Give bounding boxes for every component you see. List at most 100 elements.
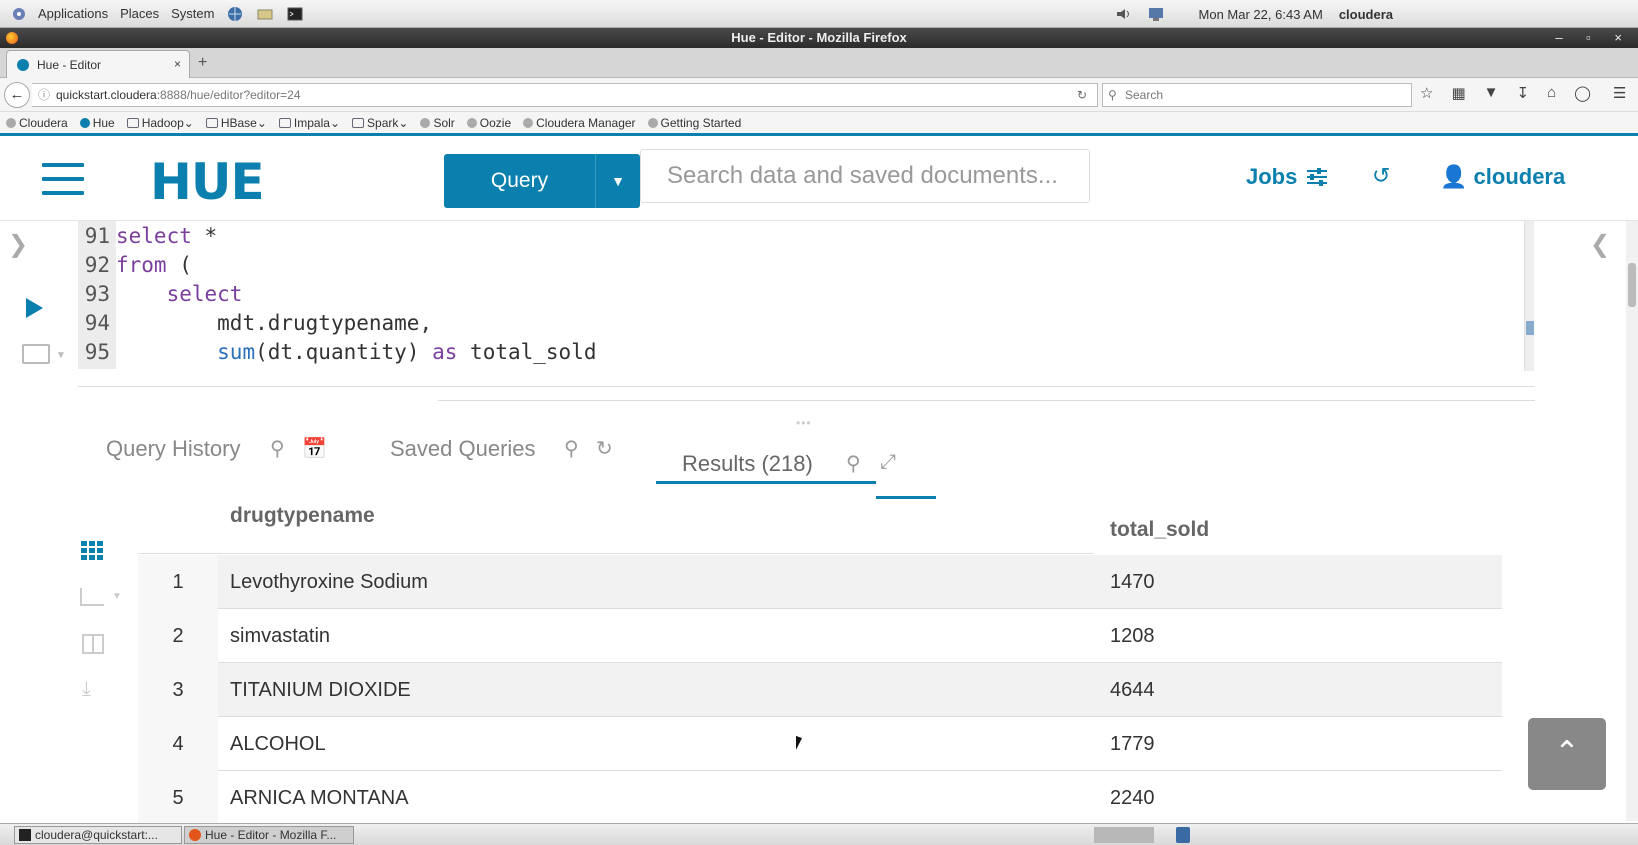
- caret-down-icon[interactable]: ▼: [112, 591, 122, 602]
- network-icon[interactable]: [1143, 6, 1169, 23]
- page-scroll-thumb[interactable]: [1628, 263, 1636, 307]
- grid-icon[interactable]: [80, 540, 104, 560]
- table-row[interactable]: 4 ALCOHOL 1779: [138, 717, 1502, 771]
- columns-icon[interactable]: [82, 634, 104, 654]
- history-icon[interactable]: ↺: [1372, 163, 1390, 189]
- page-scrollbar[interactable]: [1626, 221, 1638, 821]
- code-token: from: [116, 253, 167, 277]
- user-menu[interactable]: 👤 cloudera: [1440, 164, 1565, 190]
- code-line[interactable]: 92 from (: [78, 251, 192, 280]
- workspace-switcher[interactable]: [1094, 827, 1154, 843]
- divider: [438, 400, 1535, 401]
- query-button-label[interactable]: Query: [444, 154, 596, 208]
- bookmark-cloudera[interactable]: Cloudera: [6, 116, 68, 130]
- chevron-left-icon[interactable]: ❮: [1590, 230, 1610, 259]
- resize-handle[interactable]: •••: [796, 416, 812, 430]
- back-button[interactable]: ←: [4, 82, 30, 108]
- cell-drugtypename: ARNICA MONTANA: [230, 787, 409, 809]
- volume-icon[interactable]: [1111, 6, 1137, 23]
- bookmark-star-icon[interactable]: ☆: [1420, 84, 1433, 102]
- table-row[interactable]: 1 Levothyroxine Sodium 1470: [138, 555, 1502, 609]
- trash-icon[interactable]: [1176, 827, 1190, 843]
- jobs-link[interactable]: Jobs: [1246, 164, 1329, 190]
- column-header-drugtypename[interactable]: drugtypename: [230, 504, 375, 528]
- home-icon[interactable]: ⌂: [1547, 84, 1556, 102]
- url-bar[interactable]: ⓘ quickstart.cloudera:8888/hue/editor?ed…: [32, 83, 1098, 107]
- scroll-to-top-button[interactable]: ⌃: [1528, 718, 1606, 790]
- column-header-total-sold[interactable]: total_sold: [1110, 518, 1209, 542]
- table-row[interactable]: 3 TITANIUM DIOXIDE 4644: [138, 663, 1502, 717]
- taskbar-item-terminal[interactable]: cloudera@quickstart:...: [14, 826, 182, 844]
- search-icon[interactable]: ⚲: [270, 436, 285, 461]
- table-row[interactable]: 5 ARNICA MONTANA 2240: [138, 771, 1502, 825]
- code-token: as: [432, 340, 458, 364]
- reading-list-icon[interactable]: ▦: [1451, 84, 1465, 102]
- bookmark-hue[interactable]: Hue: [79, 116, 115, 130]
- session-user[interactable]: cloudera: [1339, 7, 1393, 22]
- terminal-launcher-icon[interactable]: [280, 5, 310, 22]
- search-documents-input[interactable]: Search data and saved documents...: [640, 149, 1090, 203]
- browser-search-input[interactable]: ⚲ Search: [1102, 83, 1412, 107]
- search-icon[interactable]: ⚲: [564, 436, 579, 461]
- refresh-icon[interactable]: ↻: [596, 436, 613, 461]
- bookmark-getting-started[interactable]: Getting Started: [647, 116, 741, 130]
- chevron-right-icon[interactable]: ❯: [8, 230, 28, 259]
- bookmark-cloudera-manager[interactable]: Cloudera Manager: [523, 116, 636, 130]
- code-token: select: [166, 282, 243, 306]
- new-tab-button[interactable]: +: [198, 54, 207, 72]
- code-line[interactable]: 95 sum(dt.quantity) as total_sold: [78, 338, 597, 367]
- bookmark-folder-spark[interactable]: Spark ⌄: [352, 116, 408, 130]
- menu-icon[interactable]: ☰: [1613, 84, 1626, 102]
- query-button[interactable]: Query ▼: [444, 154, 640, 208]
- cell-total-sold: 2240: [1110, 787, 1155, 809]
- search-icon[interactable]: ⚲: [846, 451, 861, 476]
- tab-results[interactable]: Results (218): [682, 451, 813, 477]
- bookmark-folder-hadoop[interactable]: Hadoop ⌄: [126, 115, 194, 130]
- code-token: *: [191, 224, 218, 248]
- reload-icon[interactable]: ↻: [1077, 84, 1087, 106]
- bookmark-oozie[interactable]: Oozie: [466, 116, 511, 130]
- hue-logo[interactable]: HUE: [150, 153, 265, 211]
- code-line[interactable]: 93 select: [78, 280, 243, 309]
- tab-query-history[interactable]: Query History: [106, 436, 240, 462]
- bookmark-folder-hbase[interactable]: HBase ⌄: [205, 116, 267, 130]
- hamburger-menu-icon[interactable]: [42, 163, 84, 195]
- download-icon[interactable]: ⤓: [82, 678, 91, 701]
- firefox-icon: [189, 829, 201, 841]
- applications-menu[interactable]: Applications: [32, 6, 114, 21]
- bookmark-folder-impala[interactable]: Impala ⌄: [278, 116, 340, 130]
- tab-saved-queries[interactable]: Saved Queries: [390, 436, 536, 462]
- mail-launcher-icon[interactable]: [250, 5, 280, 22]
- taskbar-item-firefox[interactable]: Hue - Editor - Mozilla F...: [184, 826, 354, 844]
- editor-scrollbar[interactable]: [1524, 221, 1534, 371]
- editor-scroll-thumb[interactable]: [1526, 321, 1534, 335]
- site-info-icon[interactable]: ⓘ: [38, 84, 50, 106]
- calendar-icon[interactable]: 📅: [302, 436, 327, 461]
- places-menu[interactable]: Places: [114, 6, 165, 21]
- clock[interactable]: Mon Mar 22, 6:43 AM: [1199, 7, 1323, 22]
- map-icon[interactable]: [22, 344, 50, 364]
- bar-chart-icon[interactable]: [80, 588, 104, 606]
- chevron-down-icon: ⌄: [183, 115, 194, 130]
- caret-down-icon[interactable]: ▼: [596, 154, 640, 208]
- cell-total-sold: 1779: [1110, 733, 1155, 755]
- tab-close-icon[interactable]: ×: [174, 57, 181, 71]
- caret-down-icon[interactable]: ▼: [56, 350, 66, 361]
- code-line[interactable]: 94 mdt.drugtypename,: [78, 309, 432, 338]
- table-row[interactable]: 2 simvastatin 1208: [138, 609, 1502, 663]
- browser-launcher-icon[interactable]: [220, 5, 250, 22]
- divider: [138, 553, 1094, 554]
- row-number: 5: [172, 787, 184, 809]
- bookmark-solr[interactable]: Solr: [420, 116, 455, 130]
- window-controls[interactable]: – ▫ ×: [1555, 28, 1632, 48]
- download-arrow-icon[interactable]: ↧: [1517, 84, 1530, 102]
- system-menu[interactable]: System: [165, 6, 220, 21]
- sql-editor[interactable]: 91 select * 92 from (93 select 94 mdt.drugty…: [78, 221, 1535, 369]
- pocket-icon[interactable]: ▼: [1484, 84, 1499, 102]
- play-icon[interactable]: [26, 298, 43, 318]
- chat-icon[interactable]: ◯: [1574, 84, 1591, 102]
- browser-tab-hue-editor[interactable]: Hue - Editor ×: [6, 50, 190, 78]
- expand-icon[interactable]: ⤢: [880, 451, 896, 474]
- code-line[interactable]: 91 select *: [78, 222, 217, 251]
